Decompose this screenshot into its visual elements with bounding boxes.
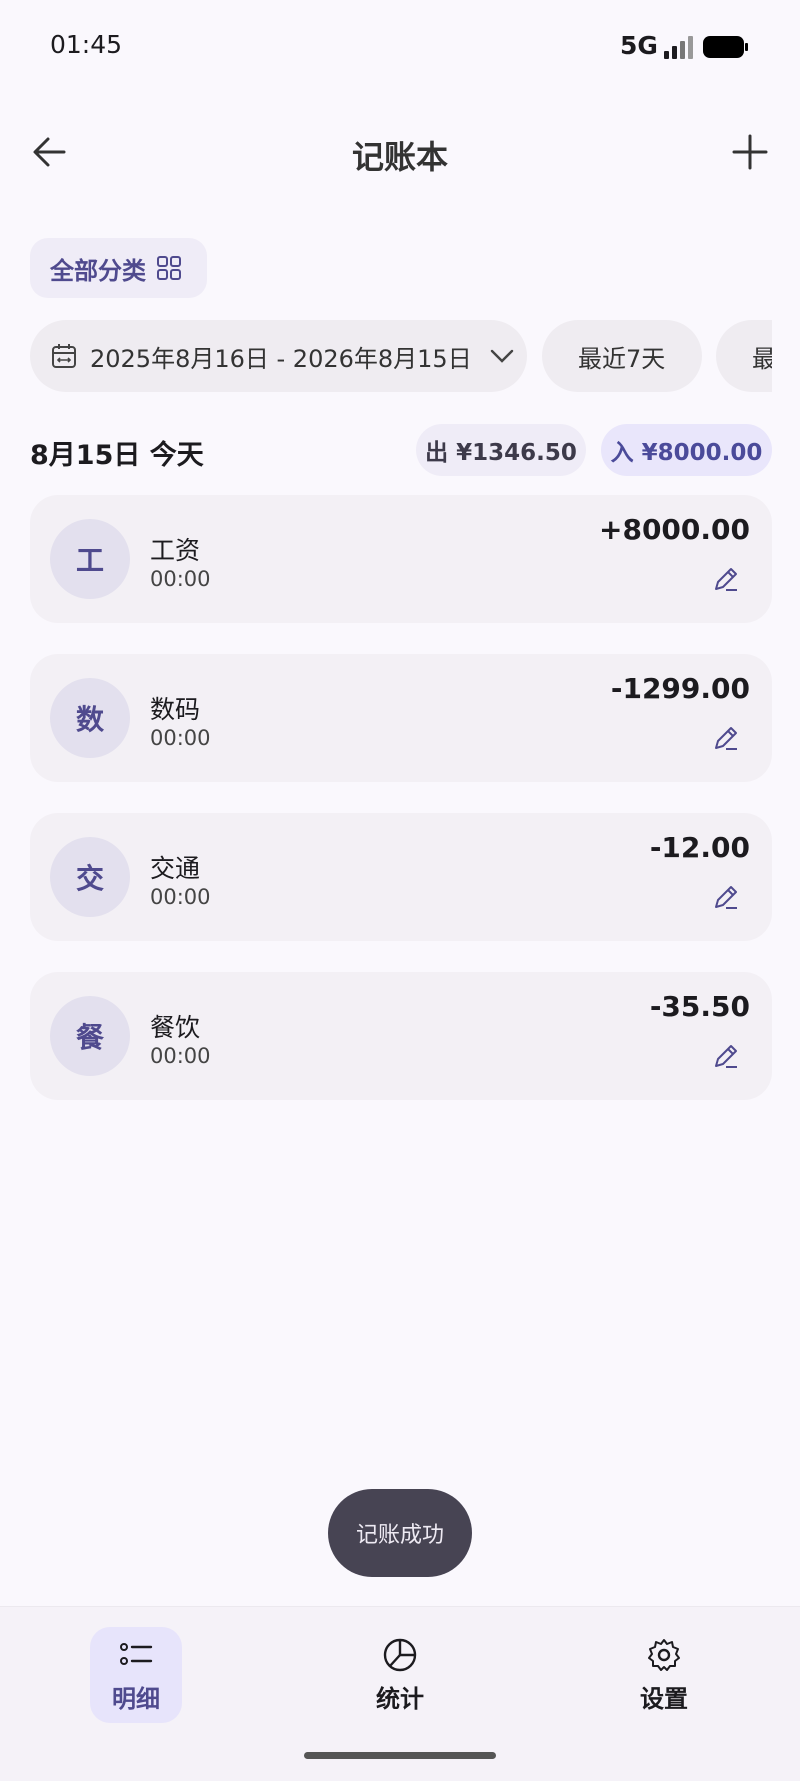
nav-label: 设置 <box>640 1684 688 1713</box>
nav-item-details[interactable]: 明细 <box>86 1627 186 1727</box>
day-group-title: 8月15日 今天 <box>30 440 204 471</box>
date-range-label: 2025年8月16日 - 2026年8月15日 <box>90 344 472 373</box>
transaction-item[interactable]: 数 数码 00:00 -1299.00 <box>30 654 772 782</box>
transaction-time: 00:00 <box>150 885 211 909</box>
chevron-down-icon <box>490 349 513 363</box>
quick-range-chip-partial[interactable]: 最 <box>716 320 772 392</box>
quick-range-7days-chip[interactable]: 最近7天 <box>542 320 702 392</box>
category-filter-label: 全部分类 <box>50 256 146 285</box>
edit-pencil-icon[interactable] <box>710 722 742 754</box>
transaction-category: 交通 <box>150 854 201 883</box>
transaction-time: 00:00 <box>150 1044 211 1068</box>
transaction-item[interactable]: 工 工资 00:00 +8000.00 <box>30 495 772 623</box>
edit-pencil-icon[interactable] <box>710 563 742 595</box>
transaction-item[interactable]: 交 交通 00:00 -12.00 <box>30 813 772 941</box>
day-income-badge: 入 ¥8000.00 <box>601 424 772 476</box>
category-filter-chip[interactable]: 全部分类 <box>30 238 207 298</box>
transaction-amount: +8000.00 <box>599 513 750 546</box>
add-icon[interactable] <box>728 130 772 174</box>
nav-label: 统计 <box>376 1684 424 1713</box>
nav-label: 明细 <box>112 1684 160 1713</box>
toast-message: 记账成功 <box>328 1489 472 1577</box>
quick-range-label: 最 <box>752 344 772 373</box>
nav-item-stats[interactable]: 统计 <box>350 1627 450 1727</box>
category-avatar: 工 <box>50 519 130 599</box>
edit-pencil-icon[interactable] <box>710 1040 742 1072</box>
date-filter-row: 2025年8月16日 - 2026年8月15日 最近7天 最 <box>0 300 772 420</box>
category-avatar: 餐 <box>50 996 130 1076</box>
transaction-time: 00:00 <box>150 567 211 591</box>
day-expense-badge: 出 ¥1346.50 <box>416 424 586 476</box>
top-app-bar: 记账本 <box>0 110 800 196</box>
gear-icon <box>648 1638 680 1671</box>
transaction-item[interactable]: 餐 餐饮 00:00 -35.50 <box>30 972 772 1100</box>
transaction-time: 00:00 <box>150 726 211 750</box>
quick-range-label: 最近7天 <box>578 344 666 373</box>
grid-icon <box>157 256 181 280</box>
network-type: 5G <box>620 31 658 60</box>
signal-icon <box>664 36 693 59</box>
nav-item-settings[interactable]: 设置 <box>614 1627 714 1727</box>
battery-icon <box>703 36 748 58</box>
edit-pencil-icon[interactable] <box>710 881 742 913</box>
transaction-category: 数码 <box>150 695 201 724</box>
category-avatar: 数 <box>50 678 130 758</box>
list-icon <box>120 1642 153 1665</box>
category-avatar: 交 <box>50 837 130 917</box>
transaction-amount: -1299.00 <box>610 672 750 705</box>
date-range-chip[interactable]: 2025年8月16日 - 2026年8月15日 <box>30 320 527 392</box>
status-time: 01:45 <box>50 30 123 59</box>
status-bar: 01:45 5G <box>0 0 800 90</box>
calendar-icon <box>52 344 76 368</box>
transaction-category: 餐饮 <box>150 1013 201 1042</box>
home-indicator[interactable] <box>304 1752 496 1759</box>
transaction-amount: -12.00 <box>649 831 750 864</box>
page-title: 记账本 <box>351 138 448 176</box>
pie-chart-icon <box>383 1638 417 1671</box>
transaction-category: 工资 <box>150 536 201 565</box>
transaction-amount: -35.50 <box>649 990 750 1023</box>
